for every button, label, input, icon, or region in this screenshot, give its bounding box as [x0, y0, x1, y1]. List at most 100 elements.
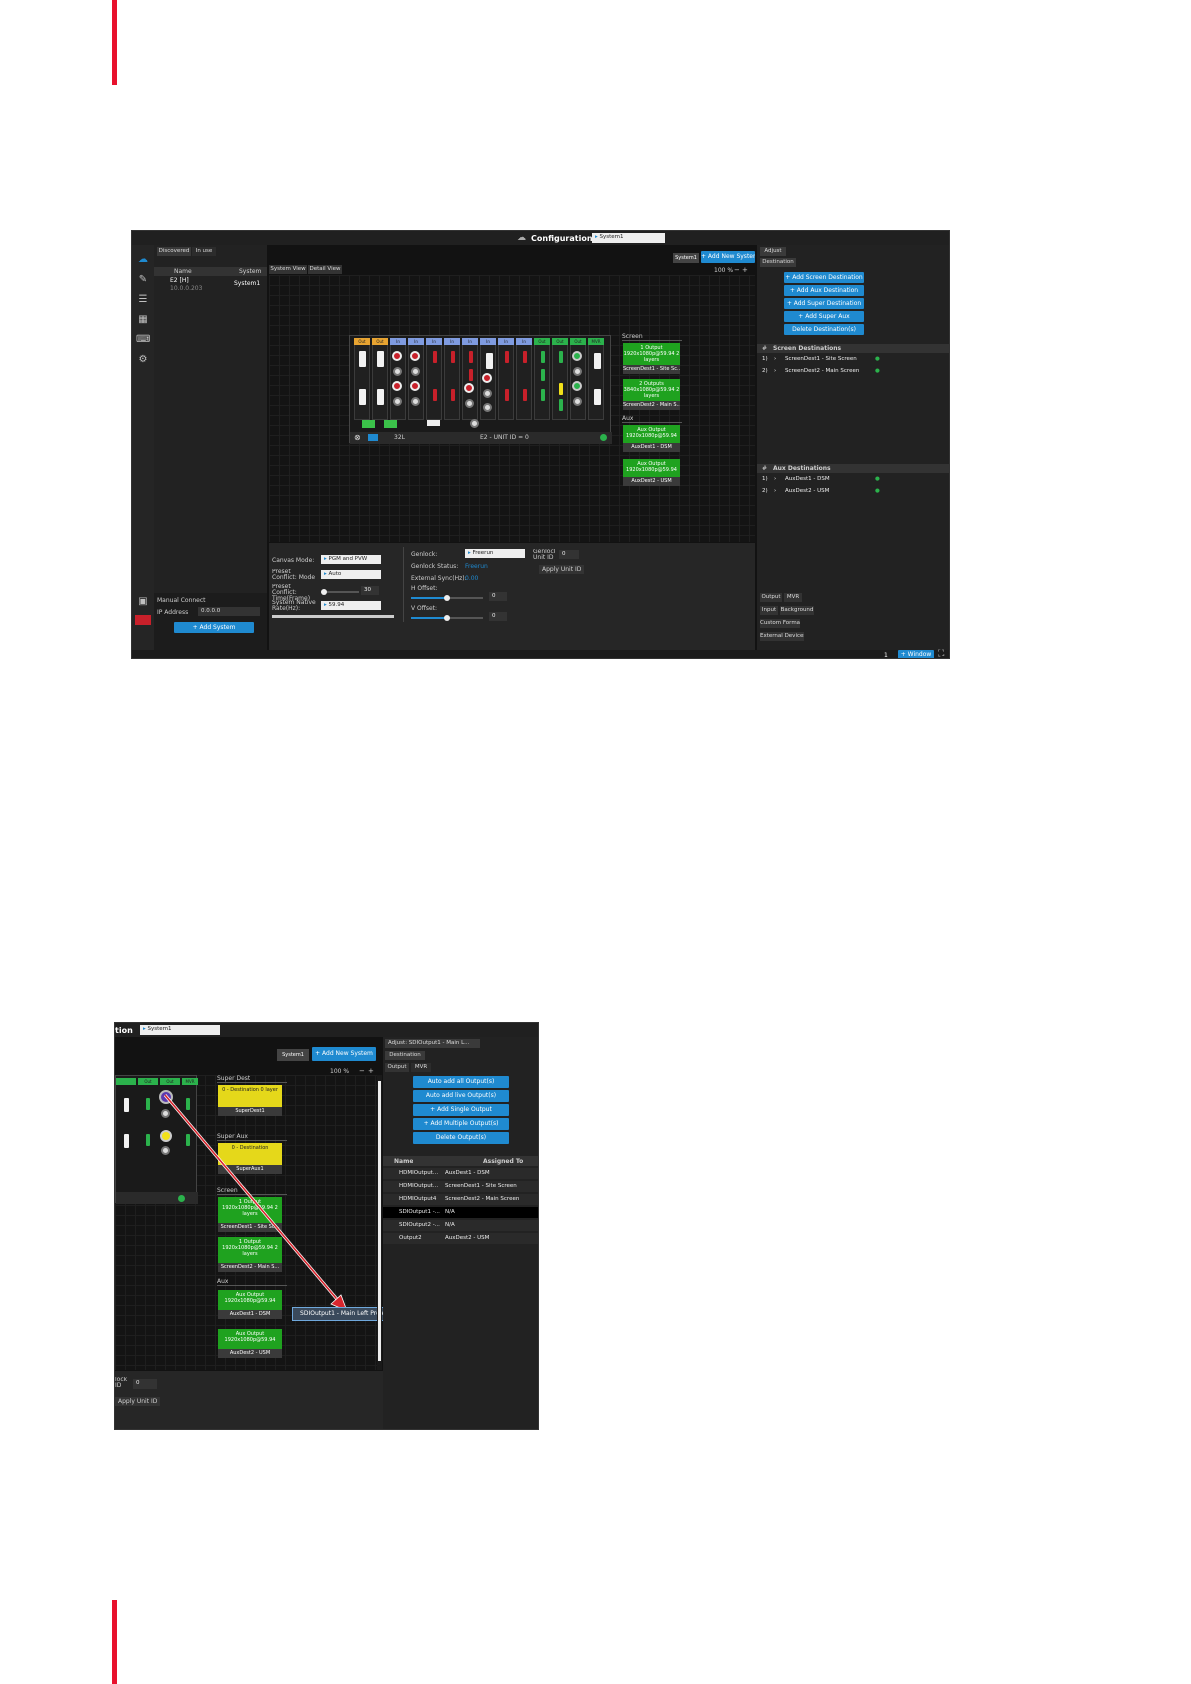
slider-knob[interactable]	[444, 595, 450, 601]
tab-detail-view[interactable]: Detail View	[308, 265, 342, 274]
native-rate-select[interactable]: ▸ 59.94	[321, 601, 381, 610]
zoom-in-button[interactable]: +	[742, 266, 748, 274]
gear-icon[interactable]: ⚙	[136, 353, 150, 367]
tab-mvr[interactable]: MVR	[784, 593, 802, 602]
io-card[interactable]: In	[480, 338, 496, 420]
h-offset-input[interactable]: 0	[489, 592, 507, 601]
v-offset-slider[interactable]	[411, 615, 483, 621]
tab-output[interactable]: Output	[760, 593, 782, 602]
preset-conflict-time-input[interactable]: 30	[361, 586, 379, 595]
apply-unit-id-button[interactable]: Apply Unit ID	[539, 565, 585, 574]
io-card[interactable]: Out	[570, 338, 586, 420]
apply-unit-id-button[interactable]: Apply Unit ID	[115, 1397, 161, 1406]
add-super-aux-button[interactable]: + Add Super Aux	[784, 311, 864, 322]
h-offset-slider[interactable]	[411, 595, 483, 601]
add-super-destination-button[interactable]: + Add Super Destination	[784, 298, 864, 309]
tab-background[interactable]: Background	[780, 606, 814, 615]
io-card[interactable]: In	[390, 338, 406, 420]
list-item[interactable]: 1) › ScreenDest1 - Site Screen ●	[757, 354, 949, 365]
list-item[interactable]: 2) › AuxDest2 - USM ●	[757, 486, 949, 497]
tab-destination[interactable]: Destination	[760, 258, 796, 267]
system-canvas[interactable]: Out Out In In In In In In In In Out Out Out MVR ⊗ 32L…	[269, 275, 755, 542]
add-system-button[interactable]: + Add System	[174, 622, 254, 633]
genlock-unit-id-input[interactable]: 0	[559, 550, 579, 559]
io-card[interactable]: In	[516, 338, 532, 420]
zoom-out-button[interactable]: −	[734, 266, 740, 274]
v-offset-input[interactable]: 0	[489, 612, 507, 621]
record-icon[interactable]	[135, 615, 151, 625]
system-canvas[interactable]: Out Out MVR Super Dest 0 - Destination 0…	[115, 1075, 405, 1370]
io-card[interactable]: In	[444, 338, 460, 420]
io-card[interactable]: In	[408, 338, 424, 420]
tab-destination[interactable]: Destination	[385, 1051, 425, 1060]
list-icon[interactable]: ☰	[136, 293, 150, 307]
zoom-in-button[interactable]: +	[368, 1067, 374, 1075]
delete-destination-button[interactable]: Delete Destination(s)	[784, 324, 864, 335]
fullscreen-icon[interactable]: ⛶	[938, 649, 944, 658]
auto-add-live-outputs-button[interactable]: Auto add live Output(s)	[413, 1090, 509, 1102]
save-icon[interactable]: ▣	[136, 595, 150, 609]
screen-destination-2[interactable]: 2 Outputs 3840x1080p@59.94 2 layers	[623, 379, 680, 401]
list-item[interactable]: 1) › AuxDest1 - DSM ●	[757, 474, 949, 485]
preset-conflict-mode-select[interactable]: ▸ Auto	[321, 570, 381, 579]
settings-icon[interactable]: ⊗	[354, 433, 361, 442]
ip-address-input[interactable]: 0.0.0.0	[198, 607, 260, 616]
auto-add-all-outputs-button[interactable]: Auto add all Output(s)	[413, 1076, 509, 1088]
horizontal-scrollbar[interactable]	[272, 615, 394, 618]
scrollbar-thumb[interactable]	[378, 1081, 381, 1361]
tab-external-devices[interactable]: External Devices	[760, 632, 804, 641]
tab-mvr[interactable]: MVR	[411, 1063, 431, 1072]
io-card[interactable]: In	[426, 338, 442, 420]
table-row[interactable]: SDIOutput2 -... N/A	[383, 1220, 538, 1231]
io-card[interactable]: Out	[372, 338, 388, 420]
table-row[interactable]: HDMIOutput... AuxDest1 - DSM	[383, 1168, 538, 1179]
system-select[interactable]: ▸ System1	[592, 233, 665, 243]
io-card[interactable]: Out	[534, 338, 550, 420]
edit-icon[interactable]: ✎	[136, 273, 150, 287]
io-card[interactable]: Out	[354, 338, 370, 420]
genlock-select[interactable]: ▸ Freerun	[465, 549, 525, 558]
tab-adjust[interactable]: Adjust	[760, 247, 786, 256]
zoom-out-button[interactable]: −	[359, 1067, 365, 1075]
list-item[interactable]: 2) › ScreenDest2 - Main Screen ●	[757, 366, 949, 377]
vertical-scrollbar[interactable]	[377, 1075, 382, 1370]
add-screen-destination-button[interactable]: + Add Screen Destination	[784, 272, 864, 283]
io-card[interactable]: Out	[552, 338, 568, 420]
tab-system-view[interactable]: System View	[269, 265, 307, 274]
row-number: 1)	[762, 476, 768, 482]
layout-icon[interactable]: ▦	[136, 313, 150, 327]
add-new-system-button[interactable]: + Add New System	[312, 1047, 376, 1061]
discovered-device-row[interactable]: E2 [H] 10.0.0.203 System1	[154, 276, 267, 294]
add-aux-destination-button[interactable]: + Add Aux Destination	[784, 285, 864, 296]
io-card[interactable]: In	[498, 338, 514, 420]
aux-destination-1[interactable]: Aux Output 1920x1080p@59.94	[623, 425, 680, 443]
e2-chassis[interactable]: Out Out In In In In In In In In Out Out Out MVR ⊗ 32L…	[349, 335, 612, 444]
slider-knob[interactable]	[321, 589, 327, 595]
cloud-nav-icon[interactable]: ☁	[136, 253, 150, 267]
tab-discovered[interactable]: Discovered	[157, 247, 191, 256]
canvas-mode-select[interactable]: ▸ PGM and PVW	[321, 555, 381, 564]
slider-knob[interactable]	[444, 615, 450, 621]
delete-outputs-button[interactable]: Delete Output(s)	[413, 1132, 509, 1144]
tab-custom-format[interactable]: Custom Format	[760, 619, 800, 628]
table-row[interactable]: HDMIOutput4 ScreenDest2 - Main Screen	[383, 1194, 538, 1205]
preset-conflict-time-slider[interactable]	[321, 589, 359, 595]
tab-in-use[interactable]: In use	[192, 247, 216, 256]
aux-destination-2[interactable]: Aux Output 1920x1080p@59.94	[623, 459, 680, 477]
table-row[interactable]: SDIOutput1 -... N/A	[383, 1207, 538, 1218]
tab-input[interactable]: Input	[760, 606, 778, 615]
add-single-output-button[interactable]: + Add Single Output	[413, 1104, 509, 1116]
add-new-system-button[interactable]: + Add New System	[701, 251, 755, 263]
system-select[interactable]: ▸ System1	[140, 1025, 220, 1035]
table-row[interactable]: Output2 AuxDest2 - USM	[383, 1233, 538, 1244]
add-multiple-outputs-button[interactable]: + Add Multiple Output(s)	[413, 1118, 509, 1130]
io-card[interactable]: In	[462, 338, 478, 420]
keyboard-icon[interactable]: ⌨	[136, 333, 150, 347]
genlock-unit-id-input[interactable]: 0	[133, 1379, 157, 1389]
window-button[interactable]: + Window	[898, 650, 934, 658]
io-card[interactable]: MVR	[588, 338, 604, 420]
tab-adjust[interactable]: Adjust: SDIOutput1 - Main L...	[385, 1039, 480, 1048]
screen-destination-1[interactable]: 1 Output 1920x1080p@59.94 2 layers	[623, 343, 680, 365]
table-row[interactable]: HDMIOutput... ScreenDest1 - Site Screen	[383, 1181, 538, 1192]
tab-output[interactable]: Output	[385, 1063, 409, 1072]
